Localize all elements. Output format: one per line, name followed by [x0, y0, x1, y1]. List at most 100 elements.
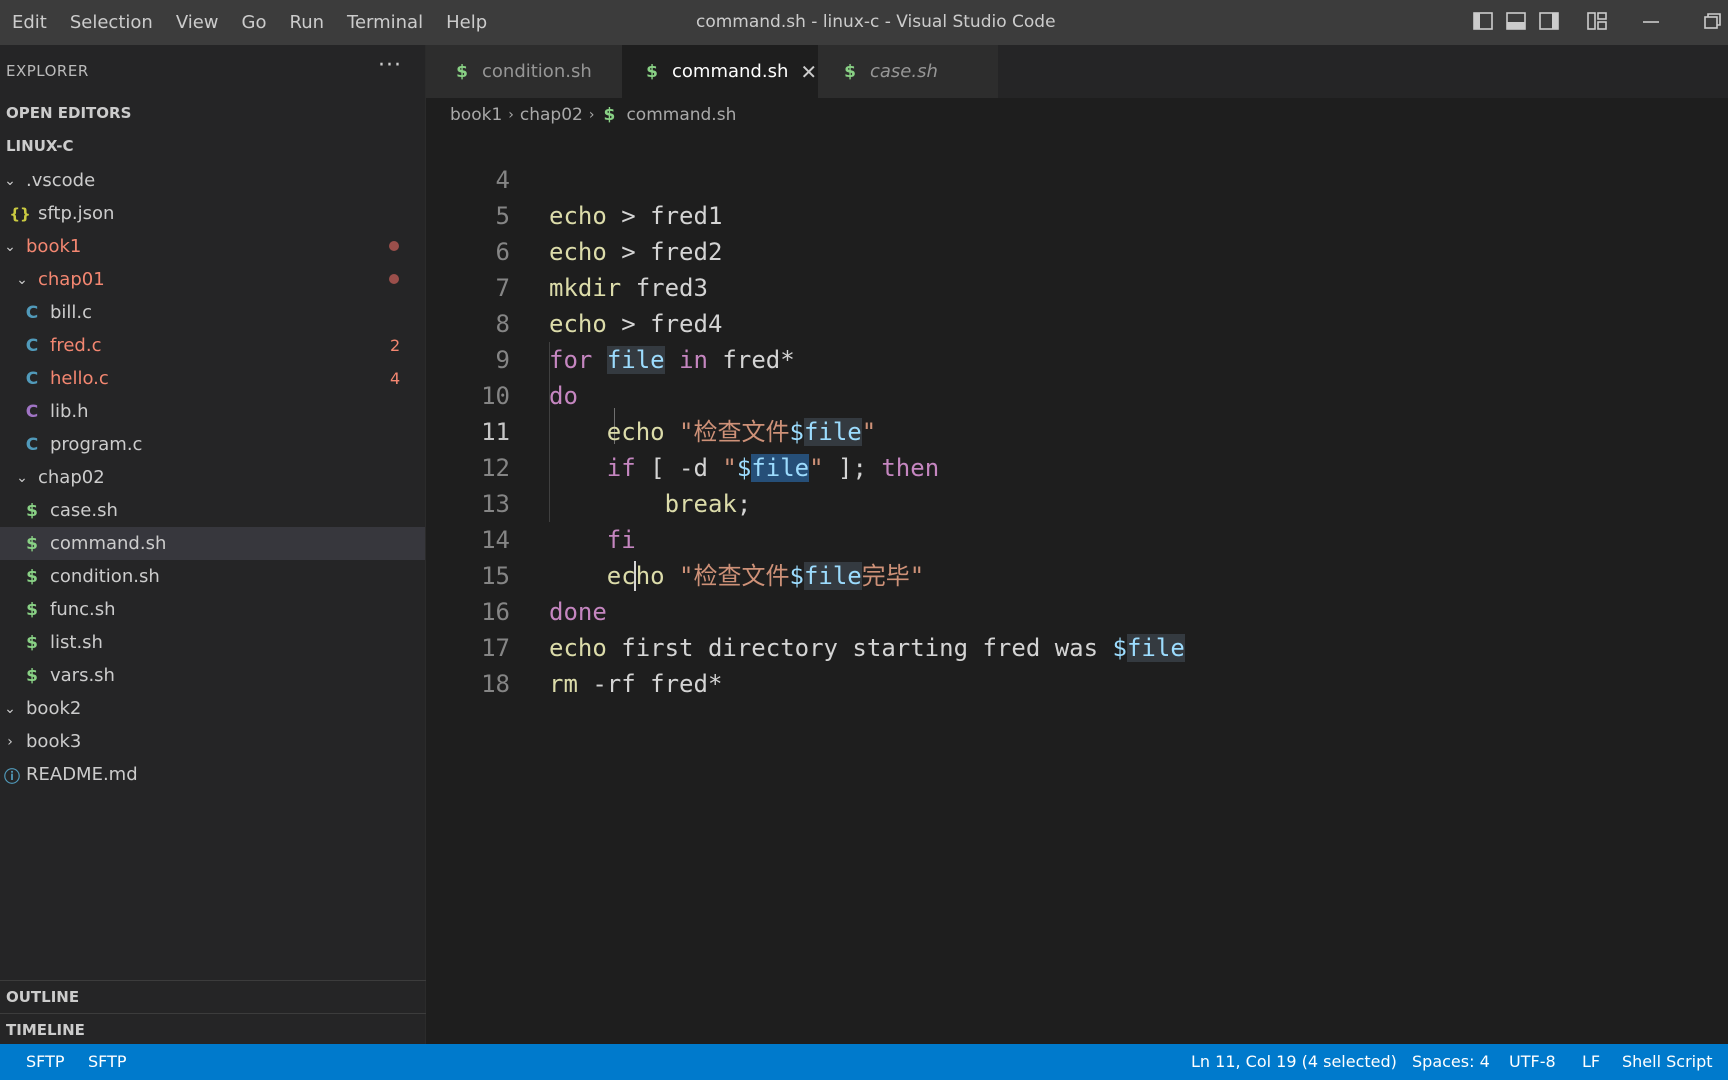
timeline-title: TIMELINE: [6, 1021, 85, 1039]
restore-icon[interactable]: [1700, 10, 1724, 34]
tree-file-command-sh[interactable]: $ command.sh: [0, 527, 425, 560]
outline-title: OUTLINE: [6, 988, 80, 1006]
code-line: 16 echo first directory starting fred wa…: [426, 558, 1728, 662]
code-editor[interactable]: 4 echo > fred1 5 echo > fred2 6 mkdir fr…: [426, 132, 1728, 1044]
status-sftp-secondary[interactable]: SFTP: [88, 1044, 127, 1080]
tree-item-label: book1: [26, 236, 82, 257]
line-number: 18: [481, 670, 510, 698]
menu-help[interactable]: Help: [446, 12, 487, 33]
tree-file-readme-md[interactable]: ⓘ README.md: [0, 758, 425, 791]
modified-dot-icon: [389, 241, 399, 251]
status-bar: SFTP SFTP Ln 11, Col 19 (4 selected) Spa…: [0, 1044, 1728, 1080]
tree-item-label: lib.h: [50, 401, 89, 422]
workspace-section[interactable]: LINUX-C: [6, 137, 73, 155]
tree-item-label: bill.c: [50, 302, 93, 323]
explorer-sidebar: EXPLORER ··· OPEN EDITORS LINUX-C ⌄ .vsc…: [0, 45, 426, 1044]
timeline-section[interactable]: TIMELINE: [0, 1013, 426, 1046]
status-cursor-position[interactable]: Ln 11, Col 19 (4 selected): [1191, 1044, 1397, 1080]
tab-command-sh[interactable]: $ command.sh ✕: [622, 45, 818, 98]
c-file-icon: C: [25, 368, 39, 389]
customize-layout-icon[interactable]: [1586, 10, 1610, 34]
open-editors-section[interactable]: OPEN EDITORS: [6, 104, 131, 122]
code-line: 5 echo > fred2: [426, 162, 1728, 266]
info-icon: ⓘ: [3, 766, 20, 786]
tree-file-lib-h[interactable]: C lib.h: [0, 395, 425, 428]
tree-item-label: hello.c: [50, 368, 109, 389]
breadcrumb-item[interactable]: book1: [450, 105, 502, 125]
tree-file-bill-c[interactable]: C bill.c: [0, 296, 425, 329]
tab-bar: $ condition.sh $ command.sh ✕ $ case.sh: [426, 45, 1728, 98]
tree-item-label: list.sh: [50, 632, 103, 653]
tree-item-label: book2: [26, 698, 82, 719]
title-bar: Edit Selection View Go Run Terminal Help…: [0, 0, 1728, 45]
chevron-down-icon: ⌄: [4, 238, 16, 255]
code-line: 7 echo > fred4: [426, 234, 1728, 338]
shell-file-icon: $: [646, 61, 658, 82]
tree-folder-vscode[interactable]: ⌄ .vscode: [0, 164, 425, 197]
tree-item-label: func.sh: [50, 599, 116, 620]
breadcrumb-file[interactable]: command.sh: [626, 105, 736, 125]
status-language-mode[interactable]: Shell Script: [1622, 1044, 1713, 1080]
tree-item-label: .vscode: [26, 170, 96, 191]
menu-terminal[interactable]: Terminal: [347, 12, 423, 33]
tree-file-case-sh[interactable]: $ case.sh: [0, 494, 425, 527]
tree-item-label: condition.sh: [50, 566, 160, 587]
toggle-primary-sidebar-icon[interactable]: [1472, 10, 1496, 34]
chevron-down-icon: ⌄: [16, 271, 28, 288]
code-line: 17 rm -rf fred*: [426, 594, 1728, 698]
tab-case-sh[interactable]: $ case.sh: [818, 45, 998, 98]
close-icon[interactable]: ✕: [800, 60, 817, 84]
tree-file-program-c[interactable]: C program.c: [0, 428, 425, 461]
tree-file-list-sh[interactable]: $ list.sh: [0, 626, 425, 659]
tree-folder-book2[interactable]: ⌄ book2: [0, 692, 425, 725]
tree-file-sftp-json[interactable]: {} sftp.json: [0, 197, 425, 230]
tree-folder-book3[interactable]: › book3: [0, 725, 425, 758]
status-sftp[interactable]: SFTP: [26, 1044, 65, 1080]
tree-file-vars-sh[interactable]: $ vars.sh: [0, 659, 425, 692]
shell-file-icon: $: [26, 500, 38, 521]
json-file-icon: {}: [9, 204, 31, 223]
status-indentation[interactable]: Spaces: 4: [1412, 1044, 1490, 1080]
tree-folder-chap01[interactable]: ⌄ chap01: [0, 263, 425, 296]
c-file-icon: C: [25, 335, 39, 356]
status-encoding[interactable]: UTF-8: [1509, 1044, 1556, 1080]
toggle-panel-icon[interactable]: [1505, 10, 1529, 34]
minimize-icon[interactable]: [1640, 10, 1664, 34]
more-actions-icon[interactable]: ···: [378, 53, 402, 78]
menu-view[interactable]: View: [176, 12, 219, 33]
c-file-icon: C: [25, 434, 39, 455]
error-count-badge: 2: [390, 336, 401, 355]
toggle-secondary-sidebar-icon[interactable]: [1538, 10, 1562, 34]
shell-file-icon: $: [844, 61, 856, 82]
tree-folder-chap02[interactable]: ⌄ chap02: [0, 461, 425, 494]
chevron-down-icon: ⌄: [4, 700, 16, 717]
tree-folder-book1[interactable]: ⌄ book1: [0, 230, 425, 263]
code-line: 14 echo "检查文件$file完毕": [426, 486, 1728, 590]
breadcrumb: book1 › chap02 › $ command.sh: [450, 98, 736, 132]
menu-selection[interactable]: Selection: [70, 12, 153, 33]
breadcrumb-item[interactable]: chap02: [520, 105, 583, 125]
menu-go[interactable]: Go: [242, 12, 267, 33]
tab-label: condition.sh: [482, 61, 592, 82]
tab-condition-sh[interactable]: $ condition.sh: [426, 45, 622, 98]
menu-edit[interactable]: Edit: [12, 12, 47, 33]
tree-item-label: fred.c: [50, 335, 102, 356]
tree-item-label: chap01: [38, 269, 105, 290]
tree-item-label: program.c: [50, 434, 143, 455]
tree-item-label: sftp.json: [38, 203, 115, 224]
tree-file-condition-sh[interactable]: $ condition.sh: [0, 560, 425, 593]
code-line: 18: [426, 630, 1728, 698]
tree-file-func-sh[interactable]: $ func.sh: [0, 593, 425, 626]
code-line: 12 break;: [426, 414, 1728, 518]
menu-run[interactable]: Run: [290, 12, 325, 33]
chevron-right-icon: ›: [508, 107, 514, 123]
modified-dot-icon: [389, 274, 399, 284]
status-eol[interactable]: LF: [1582, 1044, 1600, 1080]
outline-section[interactable]: OUTLINE: [0, 980, 426, 1013]
tree-item-label: case.sh: [50, 500, 118, 521]
tree-file-hello-c[interactable]: C hello.c 4: [0, 362, 425, 395]
tree-item-label: vars.sh: [50, 665, 115, 686]
tree-file-fred-c[interactable]: C fred.c 2: [0, 329, 425, 362]
code-line: 9 do: [426, 306, 1728, 410]
code-line: 8 for file in fred*: [426, 270, 1728, 374]
